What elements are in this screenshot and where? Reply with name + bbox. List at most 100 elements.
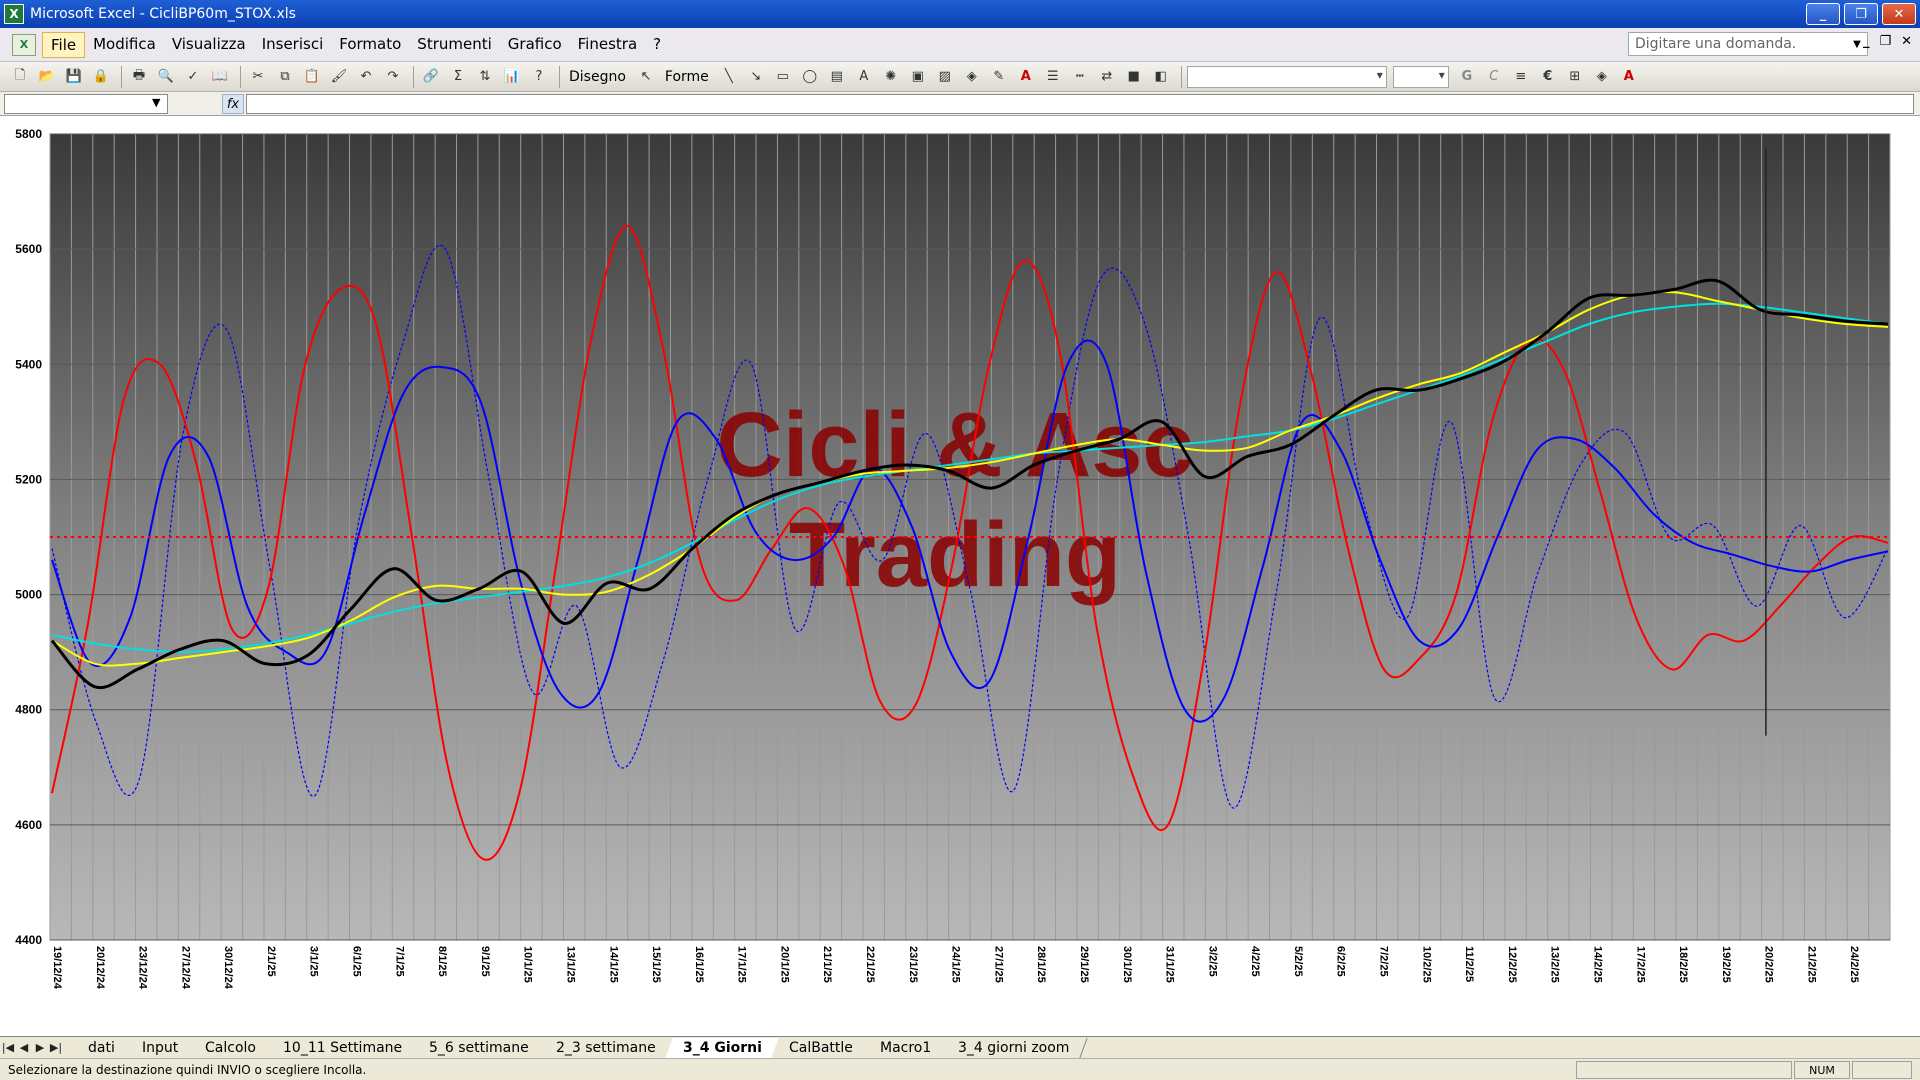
clipart-icon[interactable]: ▣	[906, 65, 930, 89]
menu-bar: X File Modifica Visualizza Inserisci Formato…	[0, 28, 1920, 62]
restore-icon[interactable]: ❐	[1844, 3, 1878, 25]
workbook-icon[interactable]: X	[12, 33, 36, 56]
chart[interactable]: 4400 4600 4800 5000 5200 5400 5600 5800 19/12/2…	[0, 116, 1920, 1036]
x-tick-label: 29/1/25	[1078, 946, 1090, 983]
x-tick-label: 14/1/25	[607, 946, 619, 983]
italic-button[interactable]: C	[1482, 65, 1506, 89]
x-tick-label: 11/2/25	[1463, 946, 1475, 982]
x-tick-label: 30/12/24	[222, 946, 234, 990]
chevron-down-icon[interactable]: ▼	[152, 96, 160, 109]
line-icon[interactable]: ╲	[717, 65, 741, 89]
line-style-icon[interactable]: ☰	[1041, 65, 1065, 89]
sheet-tab[interactable]: 10_11 Settimane	[265, 1037, 421, 1058]
draw-menu-button[interactable]: Disegno	[569, 69, 626, 85]
sheet-tab[interactable]: dati	[70, 1037, 134, 1058]
font-name-select[interactable]	[1186, 65, 1387, 88]
spelling-icon[interactable]: ✓	[181, 65, 205, 89]
open-folder-icon[interactable]: 📂	[35, 65, 59, 89]
textbox-icon[interactable]: ▤	[825, 65, 849, 89]
fill-color-icon[interactable]: ◈	[1590, 65, 1614, 89]
first-sheet-icon[interactable]: |◀	[0, 1041, 16, 1054]
diagram-icon[interactable]: ✺	[879, 65, 903, 89]
bold-button[interactable]: G	[1455, 65, 1479, 89]
sheet-tab[interactable]: Macro1	[861, 1037, 950, 1058]
rectangle-icon[interactable]: ▭	[771, 65, 795, 89]
print-preview-icon[interactable]: 🔍	[154, 65, 178, 89]
menu-item-grafico[interactable]: Grafico	[500, 32, 570, 58]
x-tick-label: 7/1/25	[393, 946, 405, 977]
help-icon[interactable]: ?	[527, 65, 551, 89]
copy-icon[interactable]: ⧉	[273, 65, 297, 89]
permission-icon[interactable]: 🔒	[89, 65, 113, 89]
workbook-restore-icon[interactable]: ❐	[1879, 34, 1891, 49]
arrow-icon[interactable]: ↘	[744, 65, 768, 89]
close-icon[interactable]: ✕	[1882, 3, 1916, 25]
sheet-tab[interactable]: 2_3 settimane	[538, 1037, 675, 1058]
menu-item-inserisci[interactable]: Inserisci	[254, 32, 332, 58]
menu-item-visualizza[interactable]: Visualizza	[164, 32, 254, 58]
sheet-tab[interactable]: 5_6 settimane	[411, 1037, 548, 1058]
picture-icon[interactable]: ▨	[933, 65, 957, 89]
workbook-minimize-icon[interactable]: _	[1863, 34, 1870, 49]
next-sheet-icon[interactable]: ▶	[32, 1041, 48, 1054]
menu-item-file[interactable]: File	[42, 31, 86, 58]
chart-wizard-icon[interactable]: 📊	[500, 65, 524, 89]
arrow-style-icon[interactable]: ⇄	[1095, 65, 1119, 89]
wordart-icon[interactable]: A	[852, 65, 876, 89]
y-tick-label: 5800	[15, 127, 42, 141]
sheet-tab[interactable]: 3_4 Giorni	[665, 1037, 781, 1058]
research-icon[interactable]: 📖	[208, 65, 232, 89]
undo-icon[interactable]: ↶	[354, 65, 378, 89]
formula-input[interactable]	[246, 94, 1914, 114]
shapes-menu-button[interactable]: Forme	[665, 69, 709, 85]
menu-item-modifica[interactable]: Modifica	[85, 32, 164, 58]
prev-sheet-icon[interactable]: ◀	[16, 1041, 32, 1054]
x-tick-label: 20/12/24	[94, 946, 106, 990]
sheet-tab[interactable]: 3_4 giorni zoom	[940, 1037, 1088, 1058]
help-placeholder: Digitare una domanda.	[1635, 36, 1797, 52]
font-color-icon[interactable]: A	[1617, 65, 1641, 89]
x-tick-label: 6/1/25	[351, 946, 363, 977]
sort-icon[interactable]: ⇅	[473, 65, 497, 89]
new-file-icon[interactable]: 🗋	[8, 65, 32, 89]
save-icon[interactable]: 💾	[62, 65, 86, 89]
menu-item-help[interactable]: ?	[645, 32, 669, 58]
sheet-tab-label: 2_3 settimane	[556, 1039, 656, 1056]
sheet-tab[interactable]: CalBattle	[771, 1037, 872, 1058]
cut-icon[interactable]: ✂	[246, 65, 270, 89]
insert-function-button[interactable]: fx	[222, 94, 244, 114]
menu-item-formato[interactable]: Formato	[331, 32, 409, 58]
x-tick-label: 27/12/24	[179, 946, 191, 990]
select-objects-icon[interactable]: ↖	[634, 65, 658, 89]
redo-icon[interactable]: ↷	[381, 65, 405, 89]
x-tick-label: 14/2/25	[1591, 946, 1603, 983]
help-search-input[interactable]: Digitare una domanda. ▼	[1628, 32, 1868, 56]
y-tick-label: 4600	[15, 818, 42, 832]
align-icon[interactable]: ≡	[1509, 65, 1533, 89]
line-color-icon[interactable]: ✎	[987, 65, 1011, 89]
3d-icon[interactable]: ◧	[1149, 65, 1173, 89]
minimize-icon[interactable]: _	[1806, 3, 1840, 25]
format-painter-icon[interactable]: 🖌	[327, 65, 351, 89]
dash-style-icon[interactable]: ┅	[1068, 65, 1092, 89]
name-box[interactable]	[4, 94, 168, 114]
sheet-tab[interactable]: Calcolo	[187, 1037, 275, 1058]
font-color-icon[interactable]: A	[1014, 65, 1038, 89]
shadow-icon[interactable]: ■	[1122, 65, 1146, 89]
hyperlink-icon[interactable]: 🔗	[419, 65, 443, 89]
font-size-select[interactable]	[1392, 65, 1449, 88]
oval-icon[interactable]: ◯	[798, 65, 822, 89]
autosum-icon[interactable]: Σ	[446, 65, 470, 89]
menu-item-strumenti[interactable]: Strumenti	[409, 32, 499, 58]
borders-icon[interactable]: ⊞	[1563, 65, 1587, 89]
last-sheet-icon[interactable]: ▶|	[48, 1041, 64, 1054]
paste-icon[interactable]: 📋	[300, 65, 324, 89]
excel-icon[interactable]: X	[4, 4, 24, 24]
currency-button[interactable]: €	[1536, 65, 1560, 89]
workbook-close-icon[interactable]: ✕	[1901, 34, 1912, 49]
menu-item-finestra[interactable]: Finestra	[570, 32, 646, 58]
chart-sheet[interactable]: 4400 4600 4800 5000 5200 5400 5600 5800 19/12/2…	[0, 116, 1920, 1036]
fill-color-icon[interactable]: ◈	[960, 65, 984, 89]
sheet-tab[interactable]: Input	[124, 1037, 197, 1058]
print-icon[interactable]: 🖶	[127, 65, 151, 89]
